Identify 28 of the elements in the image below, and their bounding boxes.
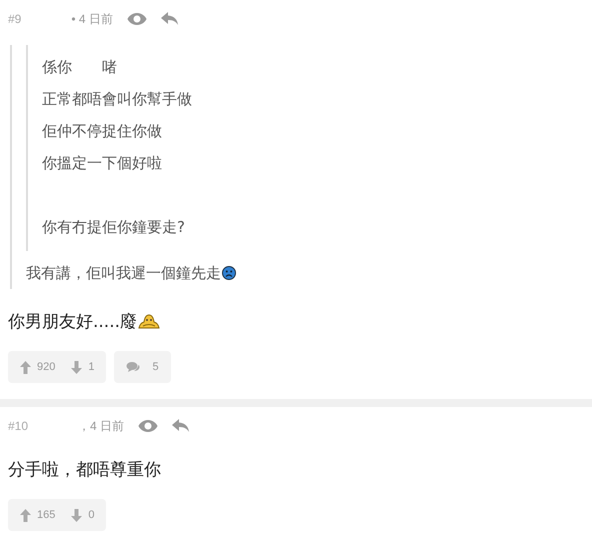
quote-text: 正常都唔會叫你幫手做 [42, 89, 192, 110]
quote-text: 你搵定一下個好啦 [42, 153, 162, 174]
eye-icon[interactable] [138, 419, 158, 433]
downvote-icon [71, 360, 82, 374]
quote-text: 我有講，佢叫我遲一個鐘先走 [26, 263, 221, 284]
quote-text: 啫 [102, 57, 117, 78]
downvote-count: 1 [88, 361, 94, 373]
post-number: #9 [8, 12, 22, 26]
comment-icon [126, 361, 140, 373]
reply-icon[interactable] [172, 419, 190, 433]
post-text: 你男朋友好.....廢 [8, 311, 138, 334]
downvote-count: 0 [88, 509, 94, 521]
upvote-icon [20, 360, 31, 374]
quote-text: 佢仲不停捉住你做 [42, 121, 162, 142]
sad-face-icon [222, 266, 236, 280]
post-time: • 4 日前 [71, 10, 113, 28]
post-number: #10 [8, 419, 28, 433]
replies-button[interactable]: 5 [114, 351, 171, 383]
upvote-icon [20, 508, 31, 522]
eye-icon[interactable] [126, 12, 147, 26]
post-time: ，4 日前 [78, 418, 124, 434]
upvote-count: 165 [37, 509, 56, 521]
quote-text: 係你 [42, 57, 72, 78]
upvote-count: 920 [37, 361, 56, 373]
quote-text: 你有冇提佢你鐘要走? [42, 217, 185, 238]
post-text: 分手啦，都唔尊重你 [8, 459, 161, 482]
downvote-icon [71, 508, 82, 522]
reply-icon[interactable] [160, 12, 179, 26]
